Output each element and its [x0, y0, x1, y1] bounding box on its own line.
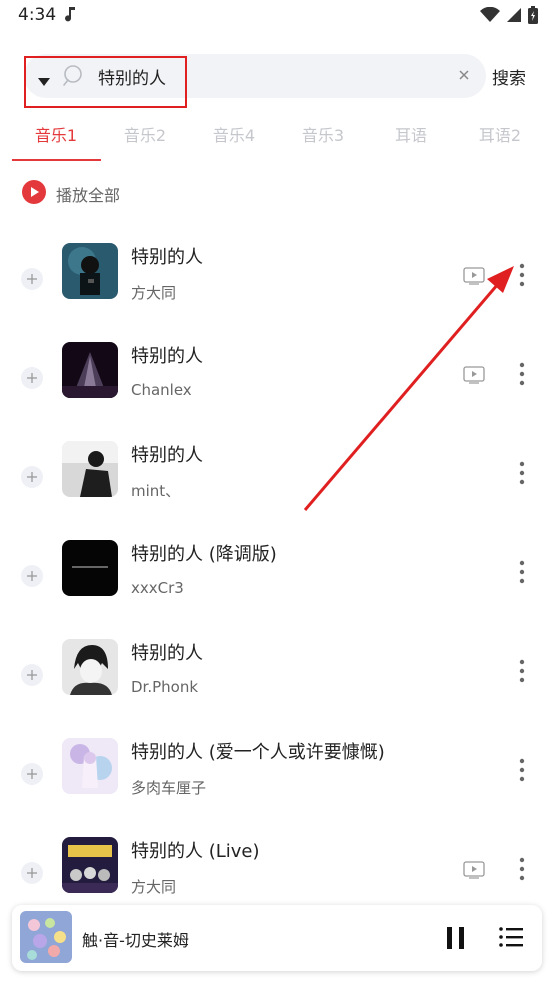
tab-music4[interactable]: 音乐4	[194, 122, 274, 146]
status-icons	[480, 6, 538, 28]
add-icon[interactable]	[21, 565, 43, 587]
song-row[interactable]: 特别的人 Chanlex	[0, 342, 554, 441]
pause-icon[interactable]	[444, 925, 468, 955]
song-artist: 方大同	[131, 878, 177, 896]
add-icon[interactable]	[21, 268, 43, 290]
tab-music2[interactable]: 音乐2	[105, 122, 185, 146]
play-all-label: 播放全部	[56, 186, 121, 205]
status-bar: 4:34	[0, 0, 554, 32]
song-title: 特别的人	[131, 445, 203, 466]
song-row[interactable]: 特别的人 (降调版) xxxCr3	[0, 540, 554, 639]
more-options-icon[interactable]	[512, 857, 532, 881]
song-artist: 方大同	[131, 284, 177, 302]
add-icon[interactable]	[21, 763, 43, 785]
album-cover	[62, 837, 118, 893]
mv-icon[interactable]	[463, 366, 485, 388]
mini-player[interactable]: 触·音-切史莱姆	[12, 905, 542, 971]
add-icon[interactable]	[21, 367, 43, 389]
player-album-cover	[20, 911, 72, 963]
song-title: 特别的人 (Live)	[131, 841, 260, 862]
add-icon[interactable]	[21, 664, 43, 686]
tab-music1[interactable]: 音乐1	[16, 122, 96, 146]
more-options-icon[interactable]	[512, 362, 532, 386]
song-title: 特别的人 (爱一个人或许要慷慨)	[131, 742, 385, 763]
search-bar: 特别的人 搜索	[0, 52, 554, 108]
music-note-icon	[65, 5, 77, 27]
mv-icon[interactable]	[463, 861, 485, 883]
more-options-icon[interactable]	[512, 659, 532, 683]
song-artist: mint、	[131, 482, 181, 500]
album-cover	[62, 639, 118, 695]
mv-icon[interactable]	[463, 267, 485, 289]
wifi-icon	[480, 6, 500, 27]
album-cover	[62, 342, 118, 398]
album-cover	[62, 441, 118, 497]
annotation-highlight-box	[24, 56, 187, 108]
song-artist: Chanlex	[131, 381, 192, 399]
tab-music3[interactable]: 音乐3	[283, 122, 363, 146]
song-row[interactable]: 特别的人 Dr.Phonk	[0, 639, 554, 738]
tab-whisper[interactable]: 耳语	[371, 122, 451, 146]
add-icon[interactable]	[21, 862, 43, 884]
song-title: 特别的人 (降调版)	[131, 544, 277, 565]
song-artist: xxxCr3	[131, 579, 184, 597]
song-artist: Dr.Phonk	[131, 678, 199, 696]
album-cover	[62, 540, 118, 596]
more-options-icon[interactable]	[512, 263, 532, 287]
category-tabs: 音乐1 音乐2 音乐4 音乐3 耳语 耳语2	[0, 114, 554, 162]
clear-icon[interactable]	[456, 67, 472, 87]
battery-icon	[528, 6, 538, 28]
player-track-title: 触·音-切史莱姆	[82, 931, 189, 950]
play-circle-icon	[22, 180, 46, 208]
song-title: 特别的人	[131, 247, 203, 268]
song-row[interactable]: 特别的人 mint、	[0, 441, 554, 540]
playlist-icon[interactable]	[498, 925, 524, 953]
more-options-icon[interactable]	[512, 560, 532, 584]
song-row[interactable]: 特别的人 (爱一个人或许要慷慨) 多肉车厘子	[0, 738, 554, 837]
more-options-icon[interactable]	[512, 461, 532, 485]
more-options-icon[interactable]	[512, 758, 532, 782]
song-artist: 多肉车厘子	[131, 779, 207, 797]
song-row[interactable]: 特别的人 方大同	[0, 243, 554, 342]
album-cover	[62, 243, 118, 299]
album-cover	[62, 738, 118, 794]
add-icon[interactable]	[21, 466, 43, 488]
active-tab-indicator	[12, 159, 101, 161]
tab-whisper2[interactable]: 耳语2	[460, 122, 540, 146]
signal-icon	[506, 7, 522, 27]
status-time: 4:34	[18, 5, 57, 25]
song-title: 特别的人	[131, 346, 203, 367]
search-button[interactable]: 搜索	[492, 64, 526, 89]
song-title: 特别的人	[131, 643, 203, 664]
